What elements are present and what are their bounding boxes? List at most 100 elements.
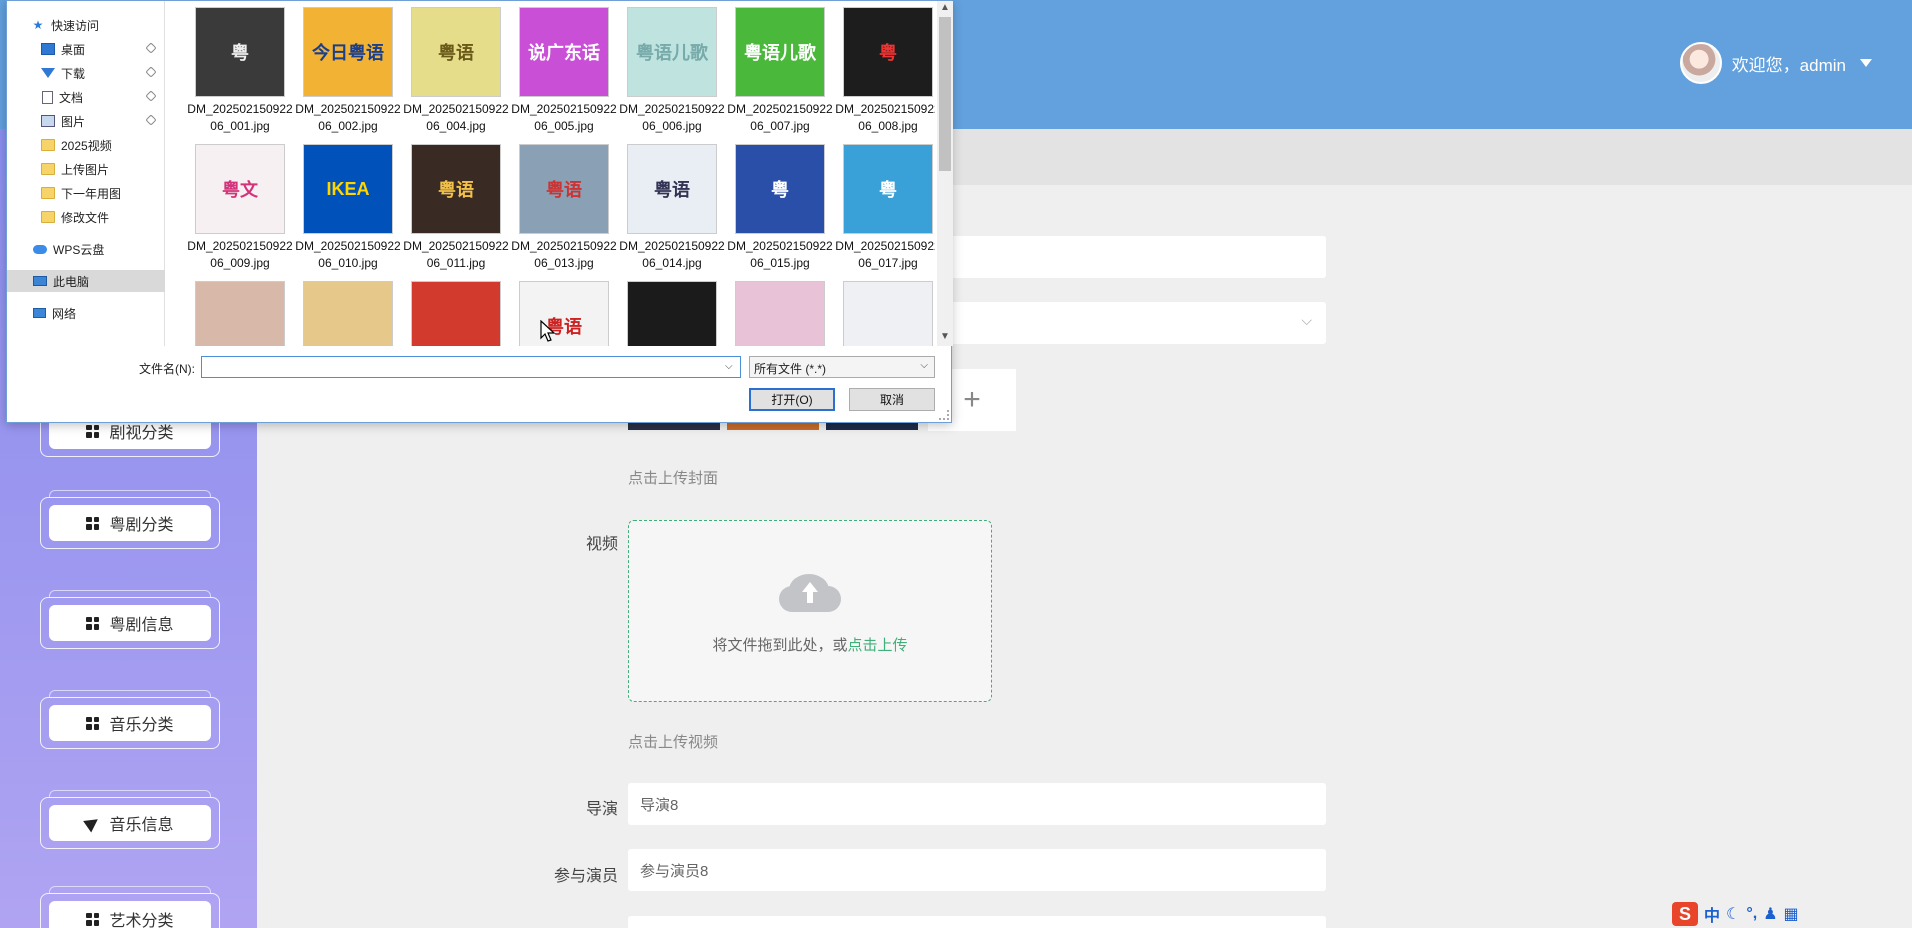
thumbnail-text: IKEA — [326, 178, 370, 199]
click-upload-link[interactable]: 点击上传 — [848, 637, 908, 654]
grid-icon — [86, 516, 100, 530]
caret-down-icon[interactable] — [1860, 59, 1872, 67]
sidebar-item-label: 音乐信息 — [109, 817, 174, 834]
welcome-text: 欢迎您，admin — [1731, 55, 1846, 75]
filename-input[interactable] — [201, 356, 741, 378]
file-item[interactable]: 粤语 DM_20250215092206_011.jpg — [401, 138, 509, 274]
network-icon — [33, 308, 46, 318]
folder-icon — [41, 187, 55, 199]
file-item[interactable]: 说广东话 DM_20250215092206_005.jpg — [509, 1, 617, 137]
scroll-down-icon[interactable]: ▼ — [940, 331, 950, 342]
file-name: DM_20250215092206_002.jpg — [295, 102, 401, 133]
nav-pictures[interactable]: 图片 — [7, 110, 165, 132]
cast-input[interactable]: 参与演员8 — [628, 849, 1326, 891]
scroll-thumb[interactable] — [939, 17, 951, 171]
nav-folder-2025-video[interactable]: 2025视频 — [7, 134, 165, 156]
file-item[interactable]: 粤语儿歌 DM_20250215092206_007.jpg — [725, 1, 833, 137]
sogou-logo-icon[interactable]: S — [1672, 902, 1698, 926]
sidebar-item-opera-category[interactable]: 粤剧分类 — [40, 490, 220, 549]
resize-grip-icon[interactable] — [939, 410, 949, 420]
director-label: 导演 — [585, 801, 618, 818]
file-item[interactable]: 粤 DM_20250215092206_017.jpg — [833, 138, 935, 274]
file-name: DM_20250215092206_001.jpg — [187, 102, 293, 133]
nav-folder-upload-images[interactable]: 上传图片 — [7, 158, 165, 180]
nav-desktop[interactable]: 桌面 — [7, 38, 165, 60]
folder-icon — [41, 163, 55, 175]
file-item[interactable] — [725, 275, 829, 346]
ime-mode[interactable]: 中 — [1704, 902, 1720, 926]
sidebar-item-label: 粤剧信息 — [109, 617, 174, 634]
nav-folder-modified[interactable]: 修改文件 — [7, 206, 165, 228]
moon-icon[interactable]: ☾ — [1726, 904, 1740, 924]
sidebar-item-music-category[interactable]: 音乐分类 — [40, 690, 220, 749]
folder-icon — [41, 139, 55, 151]
file-item[interactable] — [185, 275, 289, 346]
file-item[interactable]: 粤语 DM_20250215092206_014.jpg — [617, 138, 725, 274]
cover-hint: 点击上传封面 — [628, 470, 719, 487]
nav-quick-access[interactable]: ★ 快速访问 — [7, 14, 165, 36]
file-thumbnail — [303, 281, 393, 346]
file-item[interactable]: 粤 DM_20250215092206_008.jpg — [833, 1, 935, 137]
grid-icon — [86, 912, 100, 926]
video-hint: 点击上传视频 — [628, 734, 719, 751]
file-item[interactable]: 粤文 DM_20250215092206_009.jpg — [185, 138, 293, 274]
grid-apps-icon[interactable]: ▦ — [1784, 904, 1799, 924]
director-input[interactable]: 导演8 — [628, 783, 1326, 825]
director-value: 导演8 — [640, 796, 679, 814]
file-list-scrollbar[interactable]: ▲ ▼ — [937, 1, 953, 346]
chevron-down-icon: ⌵ — [1301, 312, 1312, 328]
document-icon — [42, 90, 53, 104]
file-item[interactable]: IKEA DM_20250215092206_010.jpg — [293, 138, 401, 274]
video-dropzone[interactable]: 将文件拖到此处，或点击上传 — [628, 520, 992, 702]
file-item[interactable]: 粤语 DM_20250215092206_013.jpg — [509, 138, 617, 274]
file-thumbnail: 粤文 — [195, 144, 285, 234]
scroll-up-icon[interactable]: ▲ — [940, 2, 950, 13]
file-thumbnail: 粤语儿歌 — [627, 7, 717, 97]
file-item[interactable] — [293, 275, 397, 346]
nav-network[interactable]: 网络 — [7, 302, 165, 324]
file-type-select[interactable]: 所有文件 (*.*) ⌵ — [749, 356, 935, 378]
cancel-button[interactable]: 取消 — [849, 388, 935, 411]
file-item[interactable] — [833, 275, 935, 346]
file-item[interactable]: 今日粤语 DM_20250215092206_002.jpg — [293, 1, 401, 137]
pin-icon — [145, 42, 157, 54]
chevron-down-icon[interactable]: ⌵ — [725, 361, 733, 372]
file-item[interactable]: 粤语儿歌 DM_20250215092206_006.jpg — [617, 1, 725, 137]
ime-toolbar[interactable]: S 中 ☾ °, ♟ ▦ — [1672, 902, 1799, 926]
shirt-icon[interactable]: ♟ — [1763, 904, 1777, 924]
nav-downloads[interactable]: 下载 — [7, 62, 165, 84]
file-name: DM_20250215092206_014.jpg — [619, 239, 725, 270]
avatar[interactable] — [1679, 42, 1722, 84]
user-menu[interactable]: 欢迎您，admin — [1679, 42, 1872, 84]
open-button[interactable]: 打开(O) — [749, 388, 835, 411]
next-field-input[interactable] — [628, 916, 1326, 928]
chevron-down-icon: ⌵ — [920, 360, 928, 371]
file-item[interactable]: 粤 DM_20250215092206_015.jpg — [725, 138, 833, 274]
picture-icon — [41, 115, 55, 127]
nav-folder-next-year[interactable]: 下一年用图 — [7, 182, 165, 204]
thumbnail-text: 粤 — [879, 43, 897, 63]
sidebar-item-opera-info[interactable]: 粤剧信息 — [40, 590, 220, 649]
cast-value: 参与演员8 — [640, 862, 709, 880]
sidebar-item-art-category[interactable]: 艺术分类 — [40, 886, 220, 928]
pin-icon — [145, 90, 157, 102]
file-thumbnail: 说广东话 — [519, 7, 609, 97]
file-item[interactable]: 粤语 — [509, 275, 613, 346]
file-item[interactable]: 粤语 DM_20250215092206_004.jpg — [401, 1, 509, 137]
file-thumbnail — [735, 281, 825, 346]
file-name: DM_20250215092206_006.jpg — [619, 102, 725, 133]
punctuation-icon[interactable]: °, — [1746, 905, 1757, 923]
thumbnail-text: 粤语 — [654, 180, 690, 200]
nav-documents[interactable]: 文档 — [7, 86, 165, 108]
sidebar-item-music-info[interactable]: 音乐信息 — [40, 790, 220, 849]
file-item[interactable]: 粤 DM_20250215092206_001.jpg — [185, 1, 293, 137]
nav-wps-cloud[interactable]: WPS云盘 — [7, 238, 165, 260]
file-item[interactable] — [401, 275, 505, 346]
file-item[interactable] — [617, 275, 721, 346]
file-name: DM_20250215092206_013.jpg — [511, 239, 617, 270]
navigation-pane: ★ 快速访问 桌面 下载 文档 图片 2025视频 上传图片 下一年用图 修改文件… — [7, 1, 165, 346]
desktop-icon — [41, 43, 55, 55]
nav-this-pc[interactable]: 此电脑 — [7, 270, 165, 292]
send-icon — [83, 813, 103, 833]
file-thumbnail: 今日粤语 — [303, 7, 393, 97]
